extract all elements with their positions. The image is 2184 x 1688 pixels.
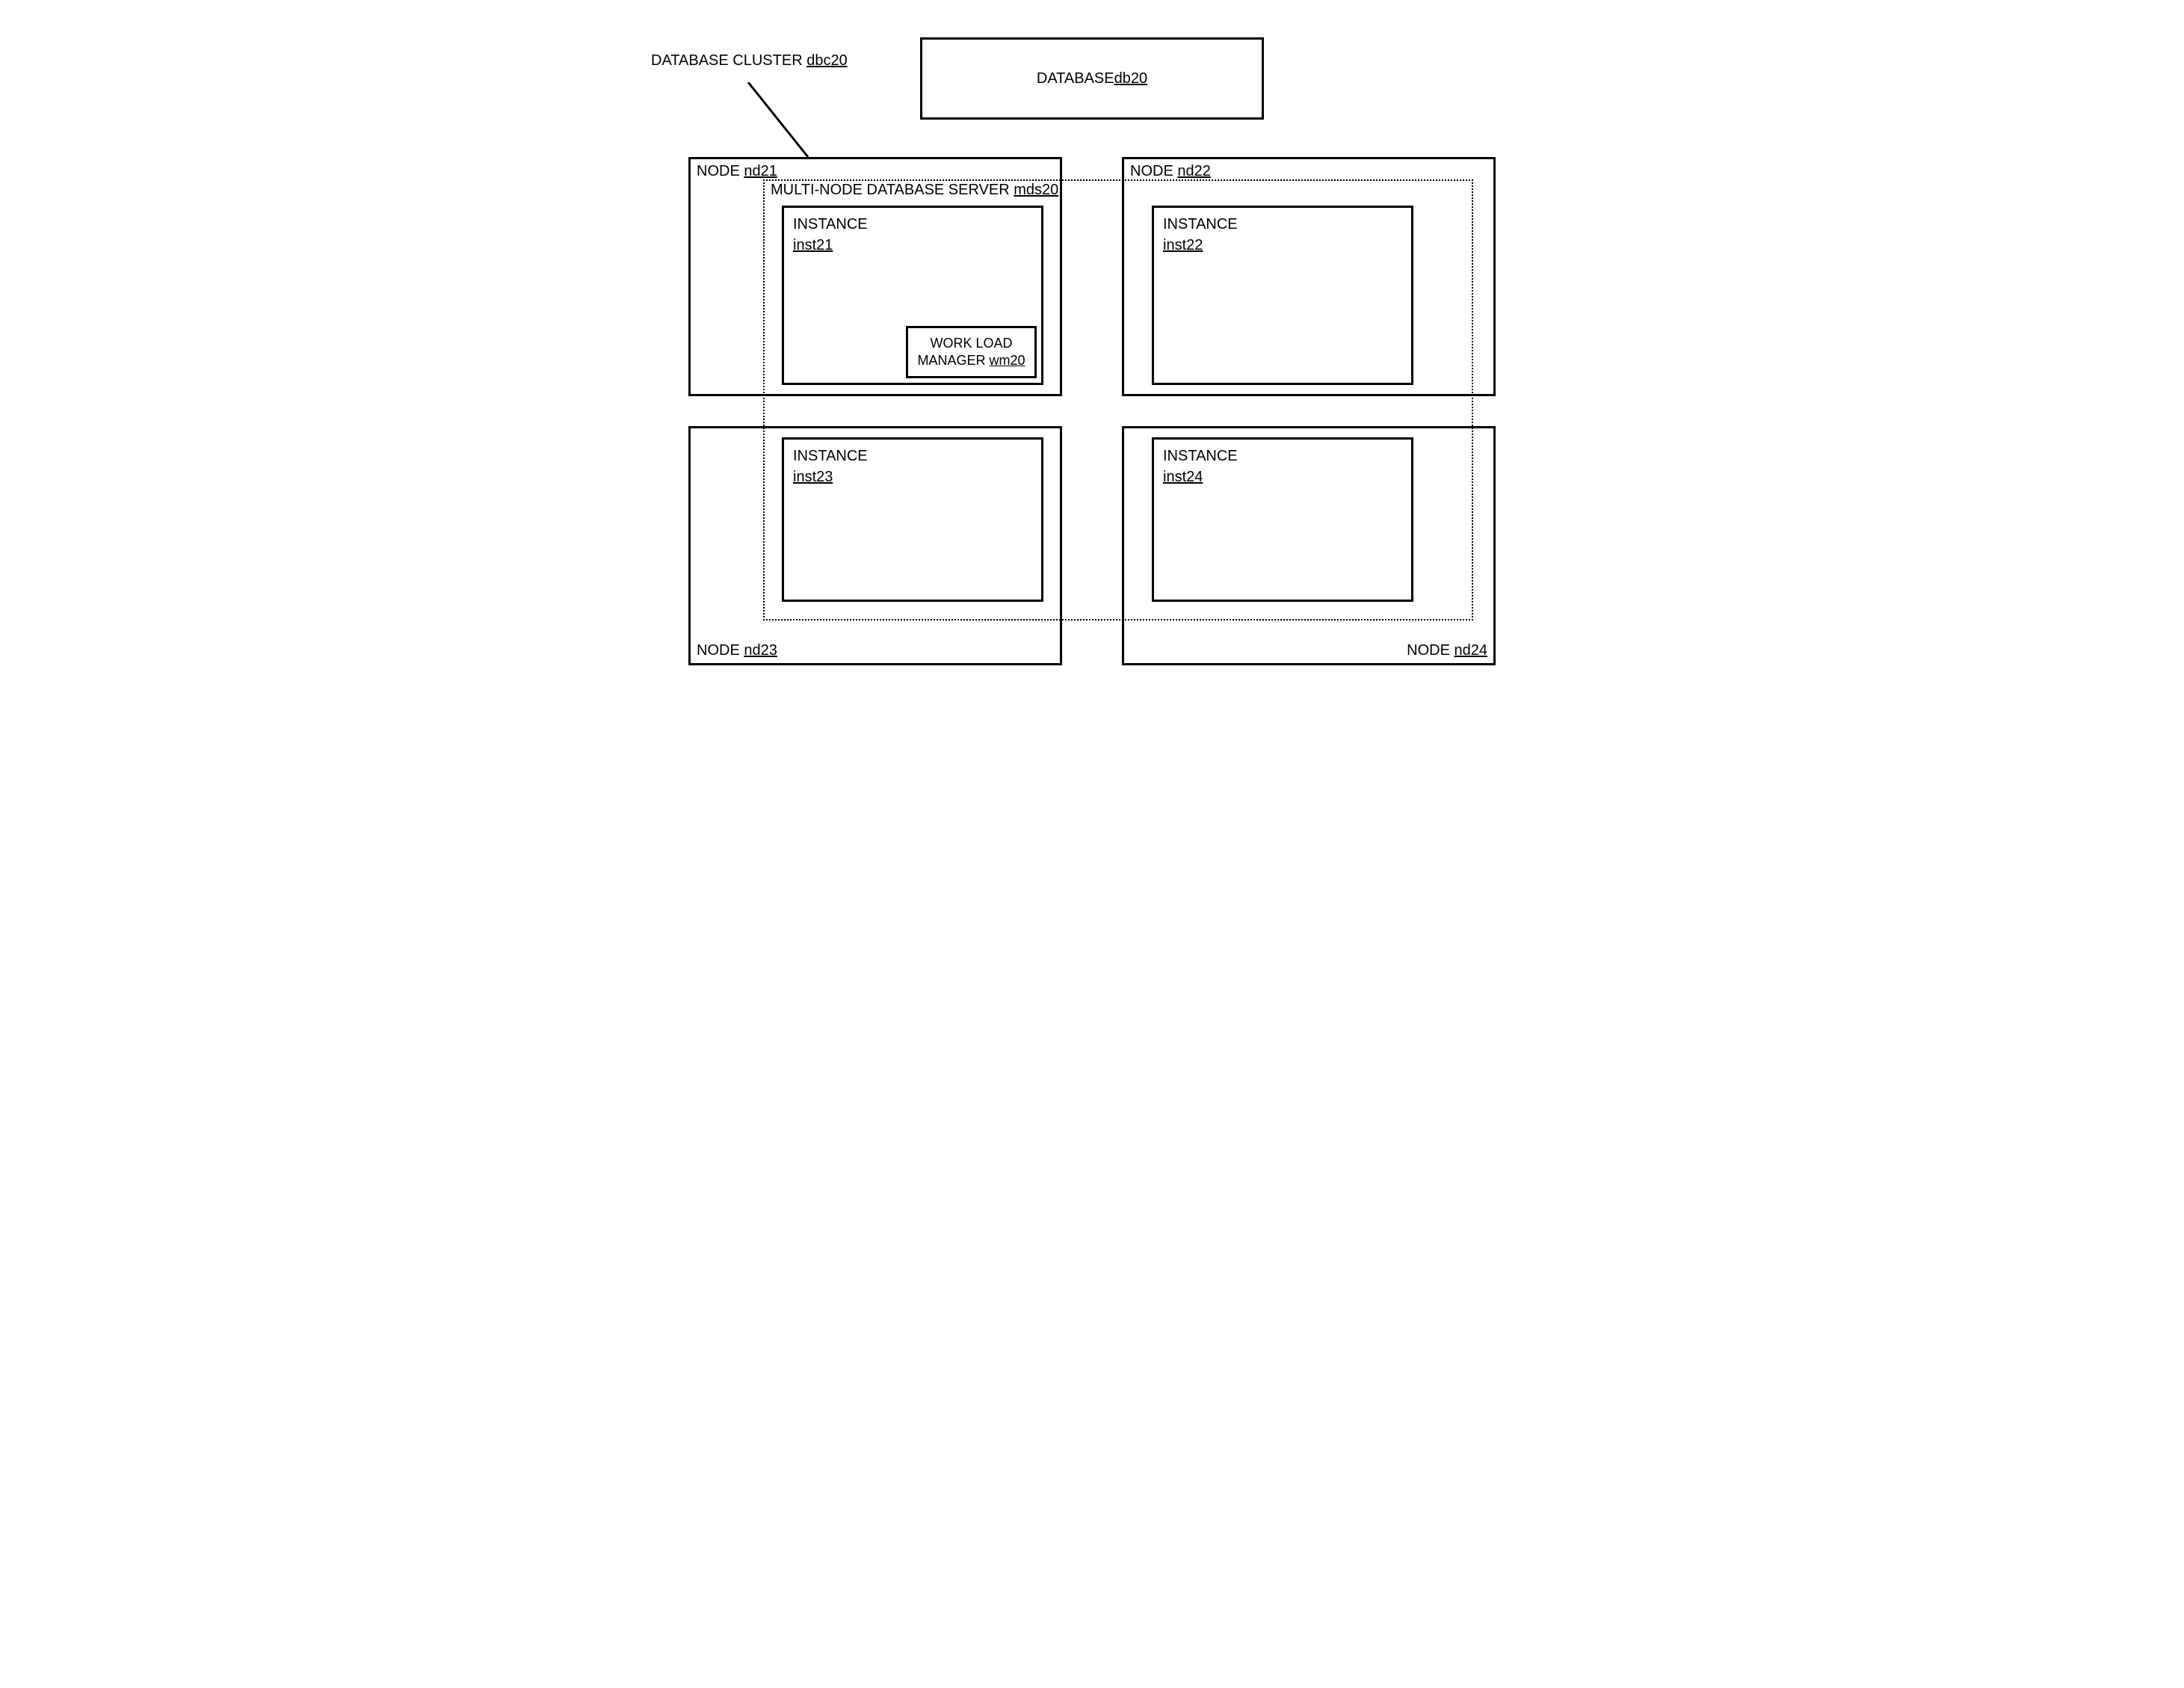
- node-label-nd22: NODE nd22: [1130, 163, 1211, 180]
- cluster-label-text: DATABASE CLUSTER: [651, 52, 806, 69]
- instance-label-inst21: INSTANCE inst21: [793, 214, 868, 256]
- pointer-line-icon: [741, 82, 830, 164]
- database-cluster-diagram: DATABASE CLUSTER dbc20 DATABASE db20 NOD…: [644, 30, 1540, 718]
- database-label-text: DATABASE: [1037, 70, 1114, 87]
- workload-line2: MANAGER wm20: [917, 352, 1025, 369]
- instance-inst21: INSTANCE inst21 WORK LOAD MANAGER wm20: [782, 206, 1043, 385]
- database-id: db20: [1114, 70, 1148, 87]
- cluster-label: DATABASE CLUSTER dbc20: [651, 52, 848, 70]
- node-label-nd21: NODE nd21: [697, 163, 777, 180]
- instance-label-inst23: INSTANCE inst23: [793, 446, 868, 487]
- instance-label-inst24: INSTANCE inst24: [1163, 446, 1238, 487]
- database-box: DATABASE db20: [920, 37, 1264, 120]
- workload-manager-box: WORK LOAD MANAGER wm20: [906, 326, 1037, 378]
- cluster-id: dbc20: [806, 52, 848, 69]
- node-label-nd24: NODE nd24: [1407, 642, 1487, 659]
- node-label-nd23: NODE nd23: [697, 642, 777, 659]
- mds-label: MULTI-NODE DATABASE SERVER mds20: [769, 182, 1060, 199]
- instance-label-inst22: INSTANCE inst22: [1163, 214, 1238, 256]
- instance-inst23: INSTANCE inst23: [782, 437, 1043, 602]
- instance-inst24: INSTANCE inst24: [1152, 437, 1413, 602]
- instance-inst22: INSTANCE inst22: [1152, 206, 1413, 385]
- workload-line1: WORK LOAD: [930, 335, 1012, 352]
